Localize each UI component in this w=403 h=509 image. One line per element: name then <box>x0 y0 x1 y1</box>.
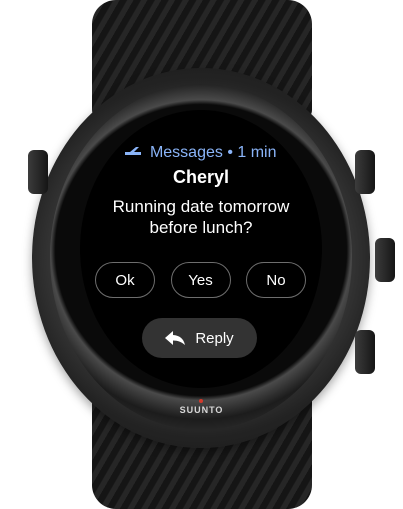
watch-screen: Messages • 1 min Cheryl Running date tom… <box>80 110 322 388</box>
crown-button[interactable] <box>375 238 395 282</box>
reply-arrow-icon <box>165 331 186 345</box>
reply-label: Reply <box>195 329 234 347</box>
brand-logo: SUUNTO <box>179 405 224 415</box>
side-button-top-right[interactable] <box>355 150 375 194</box>
quick-reply-row: Ok Yes No <box>95 262 306 298</box>
header-separator: • <box>227 144 233 161</box>
reply-button[interactable]: Reply <box>142 318 257 358</box>
notification-time: 1 min <box>237 144 277 161</box>
quick-reply-yes[interactable]: Yes <box>170 262 231 298</box>
messages-icon <box>125 147 142 155</box>
message-line-1: Running date tomorrow <box>112 197 290 216</box>
quick-reply-ok[interactable]: Ok <box>95 262 155 298</box>
side-button-bottom-right[interactable] <box>355 330 375 374</box>
message-text: Running date tomorrow before lunch? <box>80 196 322 238</box>
brand-logo-dot <box>199 399 203 403</box>
notification-header: Messages • 1 min <box>80 144 322 162</box>
quick-reply-no[interactable]: No <box>246 262 306 298</box>
message-line-2: before lunch? <box>149 218 253 237</box>
side-button-left[interactable] <box>28 150 48 194</box>
app-name: Messages <box>149 144 223 161</box>
sender-name: Cheryl <box>172 167 230 187</box>
